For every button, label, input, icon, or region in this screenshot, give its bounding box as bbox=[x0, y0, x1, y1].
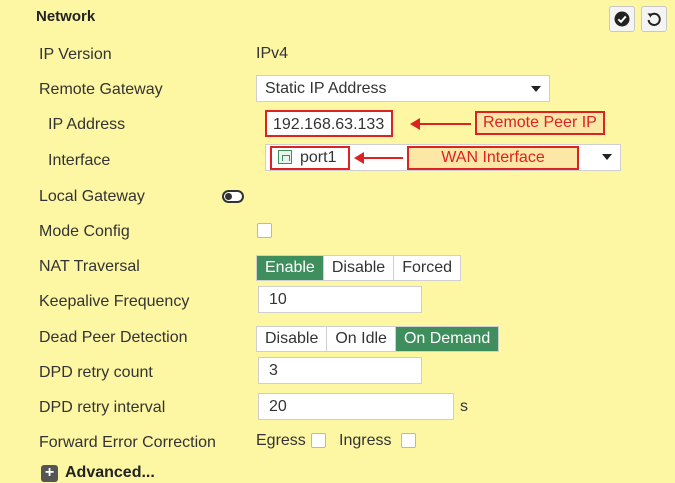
remote-gateway-value: Static IP Address bbox=[265, 80, 387, 97]
dpd-on-demand-option[interactable]: On Demand bbox=[395, 327, 499, 351]
nat-traversal-label: NAT Traversal bbox=[39, 258, 140, 275]
fec-label: Forward Error Correction bbox=[39, 434, 216, 451]
revert-button[interactable] bbox=[641, 6, 667, 32]
interface-value: port1 bbox=[300, 149, 337, 166]
plus-square-icon[interactable]: + bbox=[41, 465, 58, 482]
advanced-toggle[interactable]: Advanced... bbox=[65, 464, 155, 482]
remote-gateway-select[interactable]: Static IP Address bbox=[256, 75, 550, 102]
dpd-retry-count-label: DPD retry count bbox=[39, 364, 153, 381]
undo-icon bbox=[647, 12, 661, 26]
fec-egress-label: Egress bbox=[256, 432, 306, 449]
keepalive-input[interactable]: 10 bbox=[258, 286, 422, 313]
fec-ingress-checkbox[interactable] bbox=[401, 433, 416, 448]
dpd-segmented: Disable On Idle On Demand bbox=[256, 326, 500, 352]
dpd-label: Dead Peer Detection bbox=[39, 329, 188, 346]
check-circle-icon bbox=[614, 11, 630, 27]
annotation-remote-peer-ip: Remote Peer IP bbox=[475, 111, 605, 135]
remote-gateway-label: Remote Gateway bbox=[39, 81, 163, 98]
interface-value-wrap: port1 bbox=[278, 149, 336, 167]
ip-version-value: IPv4 bbox=[256, 45, 289, 62]
dpd-retry-count-input[interactable]: 3 bbox=[258, 357, 422, 384]
section-title-network: Network bbox=[36, 8, 96, 25]
dpd-on-idle-option[interactable]: On Idle bbox=[327, 327, 396, 351]
ip-version-label: IP Version bbox=[39, 46, 112, 63]
nat-disable-option[interactable]: Disable bbox=[324, 256, 395, 280]
local-gateway-toggle[interactable] bbox=[222, 190, 244, 203]
annotation-arrow-remote-peer bbox=[410, 118, 471, 130]
dpd-retry-interval-label: DPD retry interval bbox=[39, 399, 166, 416]
fec-ingress-label: Ingress bbox=[339, 432, 392, 449]
local-gateway-label: Local Gateway bbox=[39, 188, 145, 205]
mode-config-checkbox[interactable] bbox=[257, 223, 272, 238]
mode-config-label: Mode Config bbox=[39, 223, 130, 240]
chevron-down-icon bbox=[531, 86, 541, 92]
dpd-retry-interval-unit: s bbox=[460, 398, 468, 415]
ip-address-label: IP Address bbox=[48, 116, 126, 133]
nat-enable-option[interactable]: Enable bbox=[257, 256, 324, 280]
annotation-wan-interface: WAN Interface bbox=[407, 146, 579, 170]
chevron-down-icon bbox=[602, 154, 612, 160]
nat-forced-option[interactable]: Forced bbox=[394, 256, 460, 280]
annotation-arrow-wan bbox=[354, 152, 403, 164]
ip-address-input[interactable]: 192.168.63.133 bbox=[265, 110, 393, 137]
network-port-icon bbox=[278, 150, 292, 164]
apply-button[interactable] bbox=[609, 6, 635, 32]
keepalive-label: Keepalive Frequency bbox=[39, 293, 190, 310]
interface-label: Interface bbox=[48, 152, 111, 169]
nat-traversal-segmented: Enable Disable Forced bbox=[256, 255, 461, 281]
fec-egress-checkbox[interactable] bbox=[311, 433, 326, 448]
dpd-retry-interval-input[interactable]: 20 bbox=[258, 393, 454, 420]
dpd-disable-option[interactable]: Disable bbox=[257, 327, 328, 351]
